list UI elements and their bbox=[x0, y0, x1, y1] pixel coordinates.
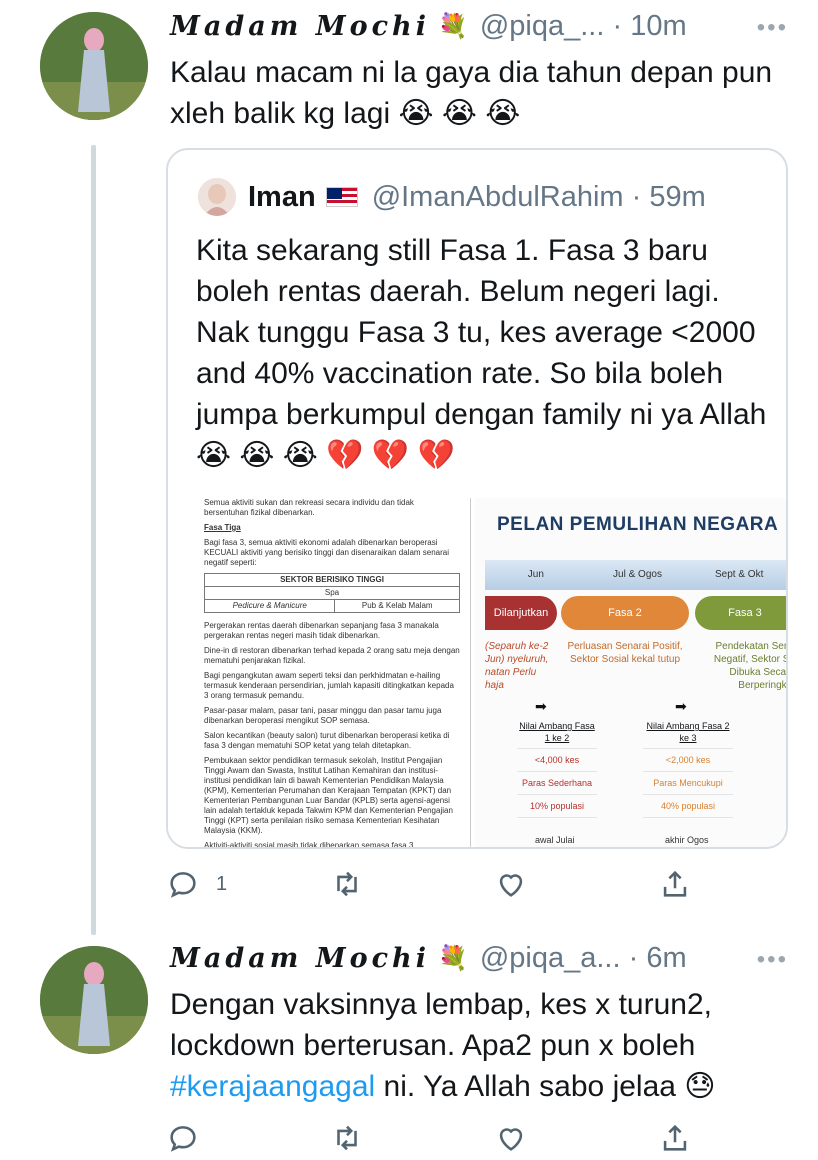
document-image[interactable]: Semua aktiviti sukan dan rekreasi secara… bbox=[168, 498, 471, 849]
user-handle[interactable]: @piqa_... · 10m bbox=[480, 10, 687, 43]
hashtag-link[interactable]: #kerajaangagal bbox=[170, 1070, 375, 1103]
threshold-cases: <4,000 kes bbox=[517, 749, 597, 772]
timestamp[interactable]: 10m bbox=[630, 10, 686, 42]
doc-paragraph: Salon kecantikan (beauty salon) turut di… bbox=[204, 731, 450, 750]
month-label: Jul & Ogos bbox=[613, 569, 662, 580]
threshold-cases: <2,000 kes bbox=[643, 749, 733, 772]
table-cell: Spa bbox=[204, 586, 460, 600]
user-handle[interactable]: @piqa_a... · 6m bbox=[480, 942, 687, 975]
doc-paragraph: Semua aktiviti sukan dan rekreasi secara… bbox=[204, 498, 414, 517]
retweet-icon bbox=[337, 1125, 357, 1151]
malaysia-flag-icon bbox=[325, 187, 358, 207]
threshold-population: 40% populasi bbox=[643, 795, 733, 818]
bouquet-icon: 💐 bbox=[437, 12, 468, 40]
reply-icon bbox=[170, 872, 196, 898]
phase-note: (Separuh ke-2 Jun) nyeluruh, natan Perlu… bbox=[485, 641, 549, 691]
phase-note: Perluasan Senarai Positif, Sektor Sosial… bbox=[567, 641, 683, 665]
phase-1-bar: Dilanjutkan bbox=[485, 596, 557, 630]
more-options-icon[interactable]: ••• bbox=[757, 14, 788, 42]
arrow-right-icon: ➡ bbox=[675, 698, 687, 714]
avatar[interactable] bbox=[40, 946, 148, 1054]
threshold-population: 10% populasi bbox=[517, 795, 597, 818]
doc-paragraph: Pasar-pasar malam, pasar tani, pasar min… bbox=[204, 706, 442, 725]
tweet-text: Dengan vaksinnya lembap, kes x turun2, l… bbox=[170, 984, 790, 1107]
heart-icon bbox=[499, 1128, 523, 1151]
more-options-icon[interactable]: ••• bbox=[757, 946, 788, 974]
quote-text: Kita sekarang still Fasa 1. Fasa 3 baru … bbox=[196, 234, 767, 472]
risk-table: SEKTOR BERISIKO TINGGI Spa Pedicure & Ma… bbox=[203, 573, 460, 613]
threshold-box: Nilai Ambang Fasa 1 ke 2 <4,000 kes Para… bbox=[517, 720, 597, 818]
display-name[interactable]: Iman bbox=[248, 181, 316, 214]
media-grid: Semua aktiviti sukan dan rekreasi secara… bbox=[168, 498, 787, 849]
retweet-button[interactable] bbox=[330, 1121, 494, 1155]
thread-connector bbox=[91, 145, 96, 935]
tweet-header: Madam Mochi 💐 @piqa_... · 10m bbox=[170, 6, 687, 46]
phase-3-bar: Fasa 3 bbox=[695, 596, 786, 630]
tweet-actions bbox=[166, 1118, 706, 1158]
like-button[interactable] bbox=[494, 867, 658, 901]
timestamp[interactable]: 6m bbox=[646, 942, 686, 974]
doc-paragraph: Pergerakan rentas daerah dibenarkan sepa… bbox=[204, 621, 439, 640]
timeline-axis: Jun Jul & Ogos Sept & Okt bbox=[485, 560, 786, 590]
doc-paragraph: Bagi fasa 3, semua aktiviti ekonomi adal… bbox=[204, 538, 450, 567]
table-cell: Pedicure & Manicure bbox=[203, 599, 336, 613]
reply-button[interactable] bbox=[166, 1121, 330, 1155]
table-header: SEKTOR BERISIKO TINGGI bbox=[204, 573, 460, 587]
threshold-level: Paras Mencukupi bbox=[643, 772, 733, 795]
recovery-plan-image[interactable]: PELAN PEMULIHAN NEGARA Jun Jul & Ogos Se… bbox=[475, 498, 787, 847]
doc-paragraph: Pembukaan sektor pendidikan termasuk sek… bbox=[204, 756, 453, 835]
reply-button[interactable]: 1 bbox=[166, 867, 330, 901]
arrow-right-icon: ➡ bbox=[535, 698, 547, 714]
threshold-head: Nilai Ambang Fasa 2 ke 3 bbox=[643, 720, 733, 749]
heart-icon bbox=[499, 874, 523, 897]
tweet-header: Madam Mochi 💐 @piqa_a... · 6m bbox=[170, 938, 687, 978]
doc-heading: Fasa Tiga bbox=[204, 523, 241, 532]
threshold-head: Nilai Ambang Fasa 1 ke 2 bbox=[517, 720, 597, 749]
reply-icon bbox=[170, 1126, 196, 1152]
retweet-button[interactable] bbox=[330, 867, 494, 901]
timestamp[interactable]: 59m bbox=[649, 181, 705, 213]
share-icon bbox=[663, 1124, 687, 1151]
threshold-level: Paras Sederhana bbox=[517, 772, 597, 795]
threshold-box: Nilai Ambang Fasa 2 ke 3 <2,000 kes Para… bbox=[643, 720, 733, 818]
quote-header: Iman @ImanAbdulRahim · 59m bbox=[248, 176, 706, 218]
share-icon bbox=[663, 870, 687, 897]
reply-count: 1 bbox=[216, 872, 228, 895]
retweet-icon bbox=[337, 871, 357, 897]
timeline-footer: akhir Ogos bbox=[665, 835, 709, 845]
tweet-actions: 1 bbox=[166, 864, 706, 904]
phase-2-bar: Fasa 2 bbox=[561, 596, 689, 630]
month-label: Sept & Okt bbox=[715, 569, 764, 580]
tweet-text: Kalau macam ni la gaya dia tahun depan p… bbox=[170, 56, 773, 130]
like-button[interactable] bbox=[494, 1121, 658, 1155]
avatar[interactable] bbox=[40, 12, 148, 120]
quoted-tweet[interactable]: Iman @ImanAbdulRahim · 59m Kita sekarang… bbox=[166, 148, 788, 849]
plan-title: PELAN PEMULIHAN NEGARA bbox=[497, 514, 779, 535]
table-cell: Pub & Kelab Malam bbox=[334, 599, 460, 613]
avatar[interactable] bbox=[198, 178, 236, 216]
month-label: Jun bbox=[527, 569, 544, 580]
doc-paragraph: Bagi pengangkutan awam seperti teksi dan… bbox=[204, 671, 454, 700]
display-name[interactable]: Madam Mochi bbox=[170, 11, 430, 42]
share-button[interactable] bbox=[658, 1121, 692, 1155]
tweet-text-part: ni. Ya Allah sabo jelaa 😓 bbox=[375, 1070, 716, 1103]
bouquet-icon: 💐 bbox=[437, 944, 468, 972]
timeline-footer: awal Julai bbox=[535, 835, 575, 845]
phase-note: Pendekatan Sena Negatif, Sektor So Dibuk… bbox=[713, 641, 787, 691]
tweet-text-part: Dengan vaksinnya lembap, kes x turun2, l… bbox=[170, 988, 712, 1062]
user-handle[interactable]: @ImanAbdulRahim · 59m bbox=[372, 181, 706, 214]
share-button[interactable] bbox=[658, 867, 692, 901]
doc-paragraph: Dine-in di restoran dibenarkan terhad ke… bbox=[204, 646, 460, 665]
display-name[interactable]: Madam Mochi bbox=[170, 943, 430, 974]
doc-paragraph: Aktiviti-aktiviti sosial masih tidak dib… bbox=[204, 841, 416, 849]
